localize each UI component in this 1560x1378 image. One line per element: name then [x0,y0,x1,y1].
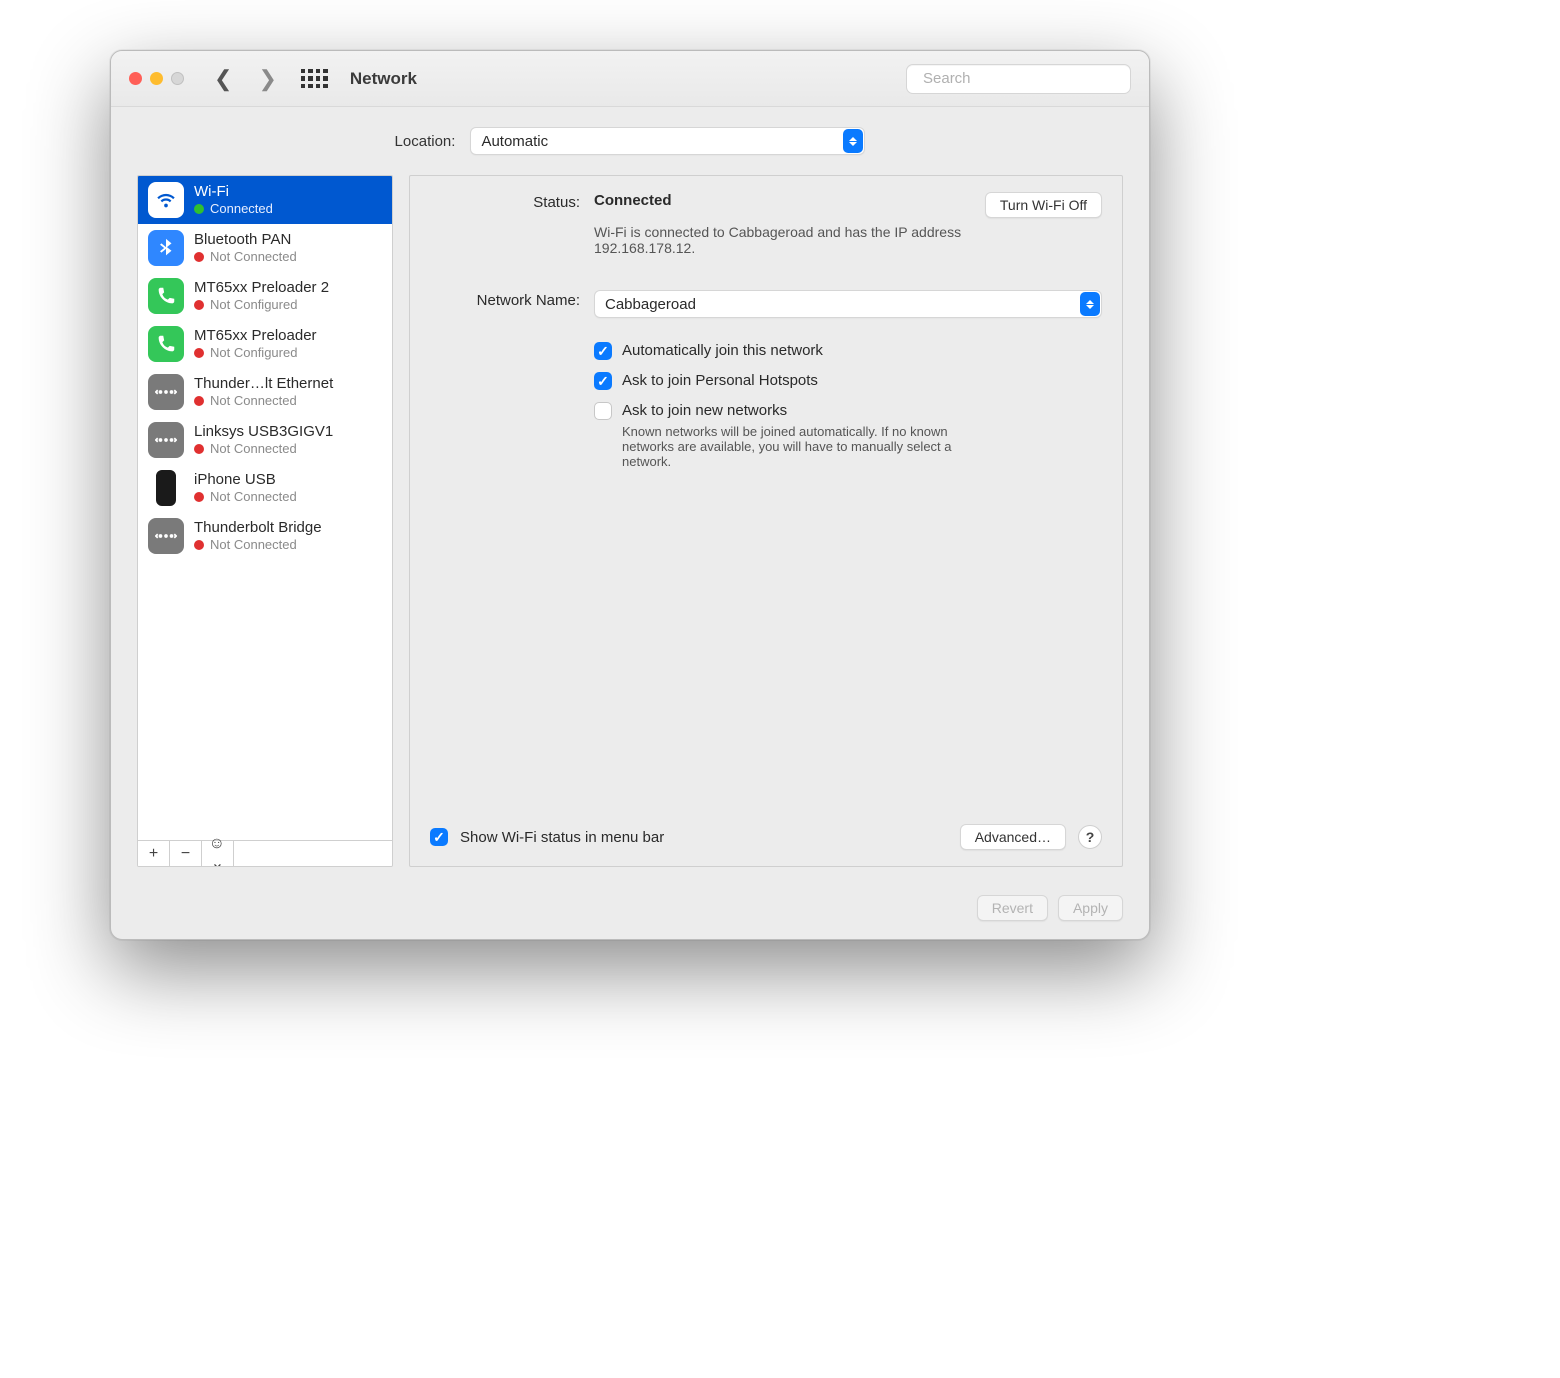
status-dot-icon [194,348,204,358]
ask-new-networks-hint: Known networks will be joined automatica… [622,424,982,469]
dialog-buttons: Revert Apply [137,881,1123,921]
interface-item-thunderbolt-ethernet[interactable]: Thunder…lt Ethernet Not Connected [138,368,392,416]
traffic-lights [129,72,184,85]
interface-name: MT65xx Preloader 2 [194,279,329,298]
personal-hotspots-label: Ask to join Personal Hotspots [622,372,818,389]
interface-status: Not Configured [210,297,297,313]
advanced-button[interactable]: Advanced… [960,824,1066,850]
ask-new-networks-label: Ask to join new networks [622,402,787,419]
interface-item-bluetooth-pan[interactable]: Bluetooth PAN Not Connected [138,224,392,272]
back-button[interactable]: ❮ [208,66,238,92]
interface-name: MT65xx Preloader [194,327,317,346]
status-dot-icon [194,396,204,406]
interface-name: Thunder…lt Ethernet [194,375,333,394]
status-dot-icon [194,300,204,310]
phone-icon [148,326,184,362]
sidebar-toolbar: + − ☺ ⌄ [138,840,392,866]
interface-item-mt65xx[interactable]: MT65xx Preloader Not Configured [138,320,392,368]
location-label: Location: [395,133,456,150]
interface-actions-menu[interactable]: ☺ ⌄ [202,841,234,866]
interface-status: Not Connected [210,393,297,409]
remove-interface-button[interactable]: − [170,841,202,866]
interface-name: iPhone USB [194,471,297,490]
show-all-icon[interactable] [301,69,328,89]
status-description: Wi-Fi is connected to Cabbageroad and ha… [594,224,964,256]
interface-status: Not Connected [210,441,297,457]
location-value: Automatic [481,133,548,150]
network-preferences-window: ❮ ❯ Network Location: Automatic [110,50,1150,940]
interface-status: Not Connected [210,537,297,553]
personal-hotspots-checkbox[interactable] [594,372,612,390]
bluetooth-icon [148,230,184,266]
interface-item-iphone-usb[interactable]: iPhone USB Not Connected [138,464,392,512]
interface-sidebar: Wi-Fi Connected Bluetooth PAN Not Connec… [137,175,393,867]
forward-button[interactable]: ❯ [252,66,282,92]
location-row: Location: Automatic [137,127,1123,155]
interface-item-wifi[interactable]: Wi-Fi Connected [138,176,392,224]
wifi-icon [148,182,184,218]
status-dot-icon [194,540,204,550]
interface-details-panel: Status: Connected Turn Wi-Fi Off Wi-Fi i… [409,175,1123,867]
zoom-window-button[interactable] [171,72,184,85]
iphone-icon [156,470,176,506]
ethernet-icon [148,374,184,410]
toggle-wifi-button[interactable]: Turn Wi-Fi Off [985,192,1102,218]
interface-item-linksys[interactable]: Linksys USB3GIGV1 Not Connected [138,416,392,464]
status-label: Status: [430,192,580,211]
interface-name: Wi-Fi [194,183,273,202]
show-menubar-label: Show Wi-Fi status in menu bar [460,829,664,846]
dropdown-stepper-icon [843,129,863,153]
add-interface-button[interactable]: + [138,841,170,866]
ask-new-networks-checkbox[interactable] [594,402,612,420]
auto-join-label: Automatically join this network [622,342,823,359]
window-title: Network [350,69,417,89]
interface-item-mt65xx-2[interactable]: MT65xx Preloader 2 Not Configured [138,272,392,320]
ethernet-icon [148,422,184,458]
search-input[interactable] [921,69,1124,88]
help-button[interactable]: ? [1078,825,1102,849]
show-menubar-checkbox[interactable] [430,828,448,846]
apply-button[interactable]: Apply [1058,895,1123,921]
interface-name: Linksys USB3GIGV1 [194,423,333,442]
status-dot-icon [194,492,204,502]
network-name-label: Network Name: [430,290,580,309]
auto-join-checkbox[interactable] [594,342,612,360]
ethernet-icon [148,518,184,554]
status-dot-icon [194,444,204,454]
search-field[interactable] [906,64,1131,94]
close-window-button[interactable] [129,72,142,85]
phone-icon [148,278,184,314]
interface-status: Connected [210,201,273,217]
interface-status: Not Connected [210,249,297,265]
interface-name: Thunderbolt Bridge [194,519,322,538]
interface-status: Not Connected [210,489,297,505]
interface-list: Wi-Fi Connected Bluetooth PAN Not Connec… [138,176,392,840]
status-dot-icon [194,252,204,262]
status-dot-icon [194,204,204,214]
status-value: Connected [594,192,672,209]
interface-status: Not Configured [210,345,297,361]
dropdown-stepper-icon [1080,292,1100,316]
network-name-value: Cabbageroad [605,296,696,313]
toolbar: ❮ ❯ Network [111,51,1149,107]
minimize-window-button[interactable] [150,72,163,85]
location-select[interactable]: Automatic [470,127,865,155]
revert-button[interactable]: Revert [977,895,1048,921]
interface-item-thunderbolt-bridge[interactable]: Thunderbolt Bridge Not Connected [138,512,392,560]
network-name-select[interactable]: Cabbageroad [594,290,1102,318]
interface-name: Bluetooth PAN [194,231,297,250]
